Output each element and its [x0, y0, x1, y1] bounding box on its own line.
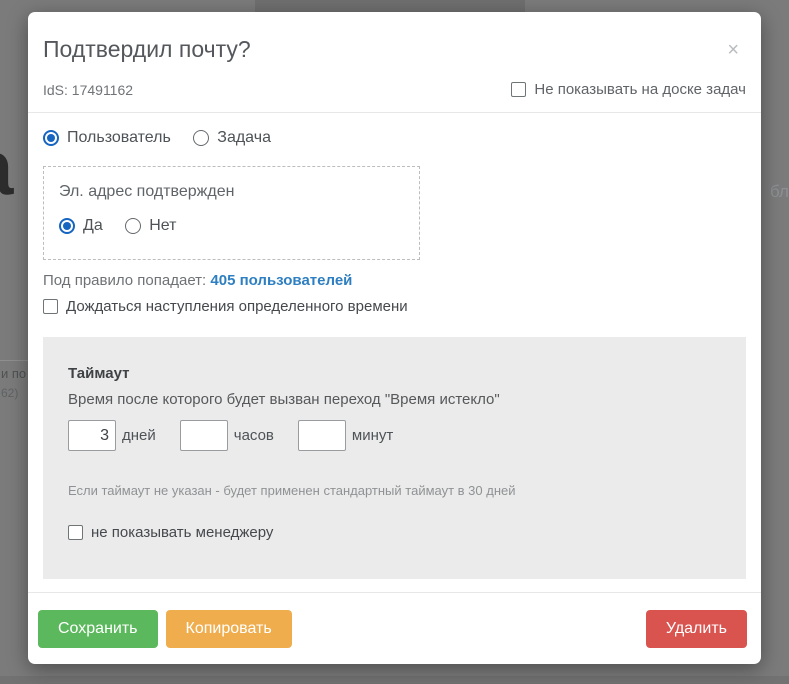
user-radio[interactable]	[43, 130, 59, 146]
entity-type-option-user[interactable]: Пользователь	[43, 129, 171, 147]
close-icon[interactable]: ×	[727, 40, 739, 60]
timeout-note: Если таймаут не указан - будет применен …	[68, 483, 516, 498]
timeout-title: Таймаут	[68, 365, 130, 382]
wait-time-checkbox[interactable]	[43, 299, 58, 314]
delete-button[interactable]: Удалить	[645, 609, 747, 648]
modal-body: Пользователь Задача Эл. адрес подтвержде…	[28, 113, 761, 579]
background-text-fragment-right: бл	[770, 182, 789, 201]
task-radio-label: Задача	[217, 129, 271, 146]
no-radio[interactable]	[125, 218, 142, 234]
hours-unit-label: часов	[233, 427, 274, 444]
timeout-description: Время после которого будет вызван перехо…	[68, 391, 500, 408]
task-radio[interactable]	[193, 130, 210, 146]
condition-option-no[interactable]: Нет	[125, 217, 176, 235]
rule-match-prefix: Под правило попадает:	[43, 272, 207, 289]
minutes-input[interactable]	[297, 420, 346, 451]
hide-from-manager-option[interactable]: не показывать менеджеру	[68, 524, 721, 541]
hours-input[interactable]	[179, 420, 228, 451]
hide-on-board-label: Не показывать на доске задач	[534, 81, 746, 98]
hide-from-manager-checkbox[interactable]	[68, 525, 83, 540]
wait-time-option[interactable]: Дождаться наступления определенного врем…	[43, 298, 746, 315]
rule-match-row: Под правило попадает: 405 пользователей	[43, 272, 746, 289]
condition-title: Эл. адрес подтвержден	[59, 183, 235, 200]
days-input[interactable]	[68, 420, 116, 451]
background-table-text-2: 62)	[1, 386, 19, 400]
rule-modal: Подтвердил почту? × IdS: 17491162 Не пок…	[28, 12, 761, 664]
entity-type-group: Пользователь Задача	[43, 129, 746, 151]
days-unit-label: дней	[122, 427, 156, 444]
modal-header: Подтвердил почту? ×	[28, 12, 761, 63]
minutes-unit-label: минут	[351, 427, 394, 444]
copy-button[interactable]: Копировать	[165, 609, 292, 648]
no-radio-label: Нет	[149, 217, 177, 234]
wait-time-label: Дождаться наступления определенного врем…	[66, 298, 408, 315]
background-table-text-1: и по	[1, 366, 27, 381]
timeout-fields: дней часов минут	[68, 420, 721, 451]
user-radio-label: Пользователь	[67, 129, 171, 146]
hide-on-board-checkbox[interactable]	[511, 82, 527, 97]
modal-footer: Сохранить Копировать Удалить	[28, 592, 761, 664]
entity-type-option-task[interactable]: Задача	[193, 129, 271, 147]
hide-from-manager-label: не показывать менеджеру	[91, 524, 274, 541]
hide-on-board-option[interactable]: Не показывать на доске задач	[511, 81, 746, 98]
background-bottom-strip	[0, 676, 789, 684]
rule-id-label: IdS: 17491162	[43, 81, 134, 98]
yes-radio-label: Да	[83, 217, 103, 234]
condition-options: Да Нет	[59, 217, 404, 239]
modal-title: Подтвердил почту?	[43, 36, 251, 62]
background-table-border	[0, 360, 28, 361]
modal-subheader: IdS: 17491162 Не показывать на доске зад…	[28, 63, 761, 98]
save-button[interactable]: Сохранить	[38, 609, 158, 648]
condition-option-yes[interactable]: Да	[59, 217, 103, 235]
background-heading-fragment: а	[0, 128, 13, 206]
condition-box: Эл. адрес подтвержден Да Нет	[43, 166, 420, 260]
yes-radio[interactable]	[59, 218, 75, 234]
timeout-panel: Таймаут Время после которого будет вызва…	[43, 337, 746, 579]
matched-users-link[interactable]: 405 пользователей	[210, 272, 352, 289]
background-input-strip	[255, 0, 525, 12]
